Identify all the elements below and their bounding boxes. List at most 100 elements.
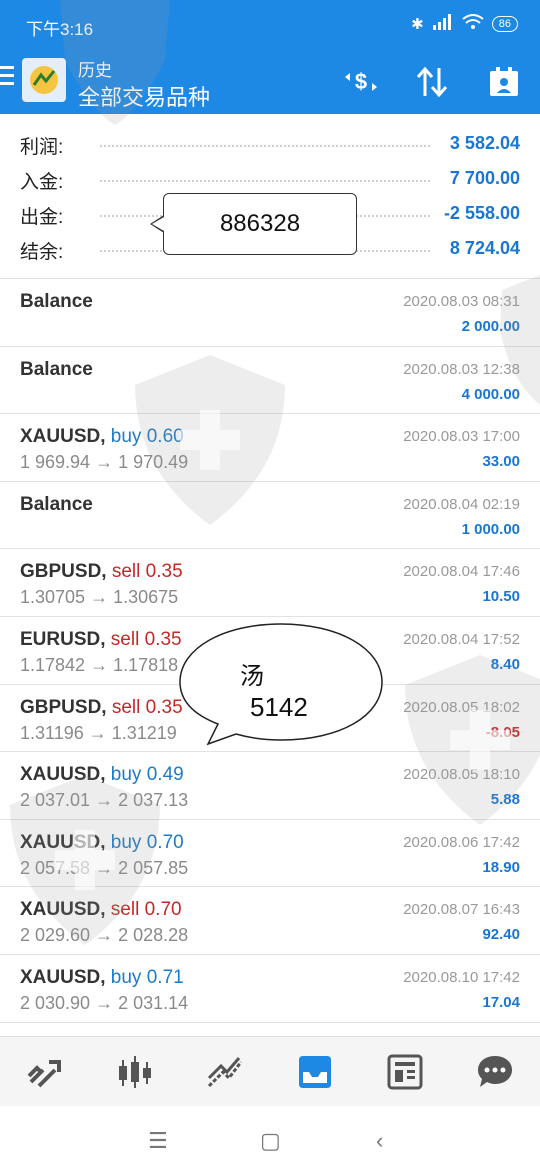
row-side: buy [110, 426, 142, 448]
row-volume: 0.49 [146, 764, 184, 786]
summary-value: 3 582.04 [449, 133, 520, 153]
summary-label: 出金: [20, 207, 64, 228]
back-icon[interactable]: ‹ [376, 1128, 383, 1154]
row-date: 2020.08.04 02:19 [403, 495, 520, 513]
summary-value: -2 558.00 [443, 203, 520, 223]
list-item[interactable]: XAUUSD, buy 0.71 2 030.90 → 2 031.14 202… [0, 953, 540, 1022]
row-prices: 2 037.01 → 2 037.13 [20, 790, 189, 811]
battery-icon: 86 [491, 16, 518, 32]
row-symbol-line: XAUUSD, sell 0.70 [20, 899, 182, 921]
list-item[interactable]: Balance 2020.08.03 12:38 4 000.00 [0, 345, 540, 414]
row-volume: 0.70 [144, 899, 182, 921]
row-side: sell [111, 561, 141, 583]
row-profit: 1 000.00 [461, 520, 520, 538]
svg-text:$: $ [355, 69, 367, 94]
row-profit: 18.90 [482, 858, 520, 876]
speech-bubble-annotation: 886328 [163, 193, 357, 255]
row-date: 2020.08.06 17:42 [403, 833, 520, 851]
bluetooth-icon: ✱ [411, 16, 424, 33]
list-item[interactable]: XAUUSD, sell 0.70 2 029.60 → 2 028.28 20… [0, 886, 540, 954]
status-icons: ✱ 86 [411, 14, 518, 34]
row-symbol-line: GBPUSD, sell 0.35 [20, 697, 183, 719]
row-side: sell [110, 899, 140, 921]
status-time: 下午3:16 [26, 20, 94, 39]
news-icon[interactable] [380, 1047, 430, 1097]
row-profit: -8.05 [485, 723, 520, 741]
bottom-navigation [0, 1036, 540, 1106]
row-profit: 8.40 [490, 655, 520, 673]
row-volume: 0.35 [144, 628, 182, 650]
toolbar-title[interactable]: 全部交易品种 [78, 80, 210, 112]
row-side: buy [110, 966, 142, 988]
list-item[interactable]: XAUUSD, buy 0.70 2 057.58 → 2 057.85 202… [0, 818, 540, 887]
row-date: 2020.08.07 16:43 [403, 901, 520, 919]
row-date: 2020.08.05 18:10 [403, 766, 520, 784]
row-profit: 4 000.00 [461, 385, 520, 403]
row-symbol-line: XAUUSD, buy 0.70 [20, 832, 184, 854]
summary-label: 结余: [20, 242, 64, 263]
row-symbol-line: EURUSD, sell 0.35 [20, 629, 182, 651]
status-bar: 下午3:16 ✱ 86 [0, 0, 540, 48]
row-side: buy [110, 831, 142, 853]
row-side: sell [111, 696, 141, 718]
row-prices: 1.30705 → 1.30675 [20, 587, 179, 608]
row-prices: 2 029.60 → 2 028.28 [20, 925, 189, 946]
row-symbol: Balance [20, 291, 93, 312]
row-volume: 0.70 [146, 831, 184, 853]
row-volume: 0.35 [145, 561, 183, 583]
signal-icon [432, 14, 454, 34]
list-item[interactable]: XAUUSD, buy 0.49 2 037.01 → 2 037.13 202… [0, 751, 540, 819]
quotes-icon[interactable] [20, 1047, 70, 1097]
summary-value: 7 700.00 [449, 168, 520, 188]
row-volume: 0.60 [146, 426, 184, 448]
row-symbol: XAUUSD, [20, 831, 106, 853]
chart-icon[interactable] [110, 1047, 160, 1097]
trade-icon[interactable] [200, 1047, 250, 1097]
recents-icon[interactable]: ☰ [148, 1128, 168, 1154]
list-item[interactable]: GBPUSD, sell 0.35 1.30705 → 1.30675 2020… [0, 548, 540, 616]
history-icon[interactable] [290, 1047, 340, 1097]
row-symbol: XAUUSD, [20, 764, 106, 786]
row-symbol: XAUUSD, [20, 899, 106, 921]
list-item[interactable]: Balance 2020.08.03 08:31 2 000.00 [0, 278, 540, 346]
currency-toggle-icon[interactable]: $ [341, 62, 381, 102]
row-symbol: XAUUSD, [20, 426, 106, 448]
row-symbol-line: XAUUSD, buy 0.49 [20, 764, 184, 786]
app-header: 下午3:16 ✱ 86 历史 全部交易品种 $ [0, 0, 540, 114]
row-date: 2020.08.03 12:38 [403, 360, 520, 378]
chat-icon[interactable] [470, 1047, 520, 1097]
row-date: 2020.08.10 17:42 [403, 968, 520, 986]
row-symbol: GBPUSD, [20, 561, 107, 583]
row-date: 2020.08.04 17:46 [403, 563, 520, 581]
row-symbol: Balance [20, 493, 93, 515]
sort-icon[interactable] [412, 62, 452, 102]
annotation-text: 汤 [240, 663, 264, 690]
row-symbol: EURUSD, [20, 628, 106, 650]
row-profit: 92.40 [482, 926, 520, 944]
row-date: 2020.08.03 08:31 [403, 293, 520, 310]
app-logo-icon [22, 58, 66, 102]
row-prices: 2 057.58 → 2 057.85 [20, 857, 189, 878]
list-item[interactable]: Balance 2020.08.04 02:19 1 000.00 [0, 480, 540, 549]
row-symbol-line: XAUUSD, buy 0.71 [20, 967, 184, 989]
toolbar-subtitle: 历史 [78, 61, 112, 80]
row-profit: 17.04 [482, 993, 520, 1011]
row-prices: 1.31196 → 1.31219 [20, 722, 177, 743]
row-side: buy [110, 764, 142, 786]
home-icon[interactable]: ▢ [260, 1128, 281, 1154]
list-item[interactable]: XAUUSD, buy 0.60 1 969.94 → 1 970.49 202… [0, 413, 540, 481]
row-prices: 1 969.94 → 1 970.49 [20, 452, 189, 473]
calendar-icon[interactable] [484, 62, 524, 102]
summary-label: 利润: [20, 137, 64, 158]
menu-icon[interactable] [0, 66, 14, 88]
annotation-text: 886328 [219, 210, 301, 237]
system-navigation: ☰ ▢ ‹ [0, 1106, 540, 1170]
summary-row-profit: 利润: 3 582.04 [0, 126, 540, 161]
summary-row-deposit: 入金: 7 700.00 [0, 161, 540, 196]
row-prices: 1.17842 → 1.17818 [20, 654, 179, 675]
row-symbol-line: XAUUSD, buy 0.60 [20, 426, 184, 448]
speech-bubble-annotation [179, 623, 383, 746]
summary-label: 入金: [20, 172, 64, 193]
row-symbol: Balance [20, 358, 93, 380]
row-profit: 2 000.00 [461, 318, 520, 335]
